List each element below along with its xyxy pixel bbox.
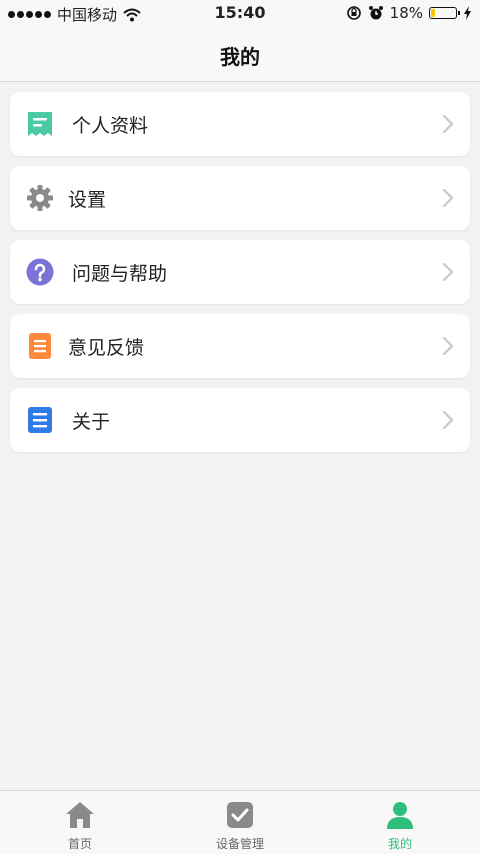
battery-icon bbox=[429, 7, 460, 19]
status-bar: 中国移动 15:40 18% bbox=[0, 0, 480, 26]
gear-icon bbox=[27, 185, 53, 211]
chevron-right-icon bbox=[442, 410, 454, 430]
about-icon bbox=[28, 407, 52, 433]
alarm-icon bbox=[368, 6, 383, 20]
chevron-right-icon bbox=[442, 336, 454, 356]
profile-icon bbox=[28, 112, 52, 136]
home-icon bbox=[66, 802, 94, 828]
chevron-right-icon bbox=[442, 188, 454, 208]
chevron-right-icon bbox=[442, 114, 454, 134]
tab-home[interactable]: 首页 bbox=[30, 799, 130, 852]
menu-item-label: 问题与帮助 bbox=[72, 263, 168, 285]
menu-item-help[interactable]: 问题与帮助 bbox=[10, 240, 470, 304]
tab-bar: 首页 设备管理 我的 bbox=[0, 790, 480, 854]
nav-bar: 我的 bbox=[0, 26, 480, 82]
chevron-right-icon bbox=[442, 262, 454, 282]
rotation-lock-icon bbox=[346, 6, 361, 20]
settings-menu: 个人资料 设置 问题与帮助 意见反馈 关于 bbox=[10, 92, 470, 462]
battery-percent: 18% bbox=[389, 4, 423, 22]
page-title: 我的 bbox=[220, 45, 260, 69]
battery-level bbox=[431, 9, 435, 17]
menu-item-profile[interactable]: 个人资料 bbox=[10, 92, 470, 156]
status-right: 18% bbox=[346, 4, 472, 22]
tab-label: 首页 bbox=[67, 837, 92, 851]
feedback-icon bbox=[29, 333, 51, 359]
device-manage-icon bbox=[227, 802, 253, 828]
tab-label: 我的 bbox=[387, 837, 412, 851]
tab-mine[interactable]: 我的 bbox=[350, 799, 450, 852]
menu-item-label: 关于 bbox=[72, 411, 111, 433]
menu-item-about[interactable]: 关于 bbox=[10, 388, 470, 452]
charging-bolt-icon bbox=[464, 6, 471, 20]
menu-item-feedback[interactable]: 意见反馈 bbox=[10, 314, 470, 378]
user-icon bbox=[387, 802, 413, 829]
menu-item-label: 个人资料 bbox=[72, 115, 149, 137]
menu-item-label: 设置 bbox=[68, 189, 107, 211]
question-icon bbox=[26, 258, 54, 286]
menu-item-settings[interactable]: 设置 bbox=[10, 166, 470, 230]
tab-label: 设备管理 bbox=[215, 837, 264, 851]
tab-device-manage[interactable]: 设备管理 bbox=[190, 799, 290, 852]
menu-item-label: 意见反馈 bbox=[68, 337, 145, 359]
